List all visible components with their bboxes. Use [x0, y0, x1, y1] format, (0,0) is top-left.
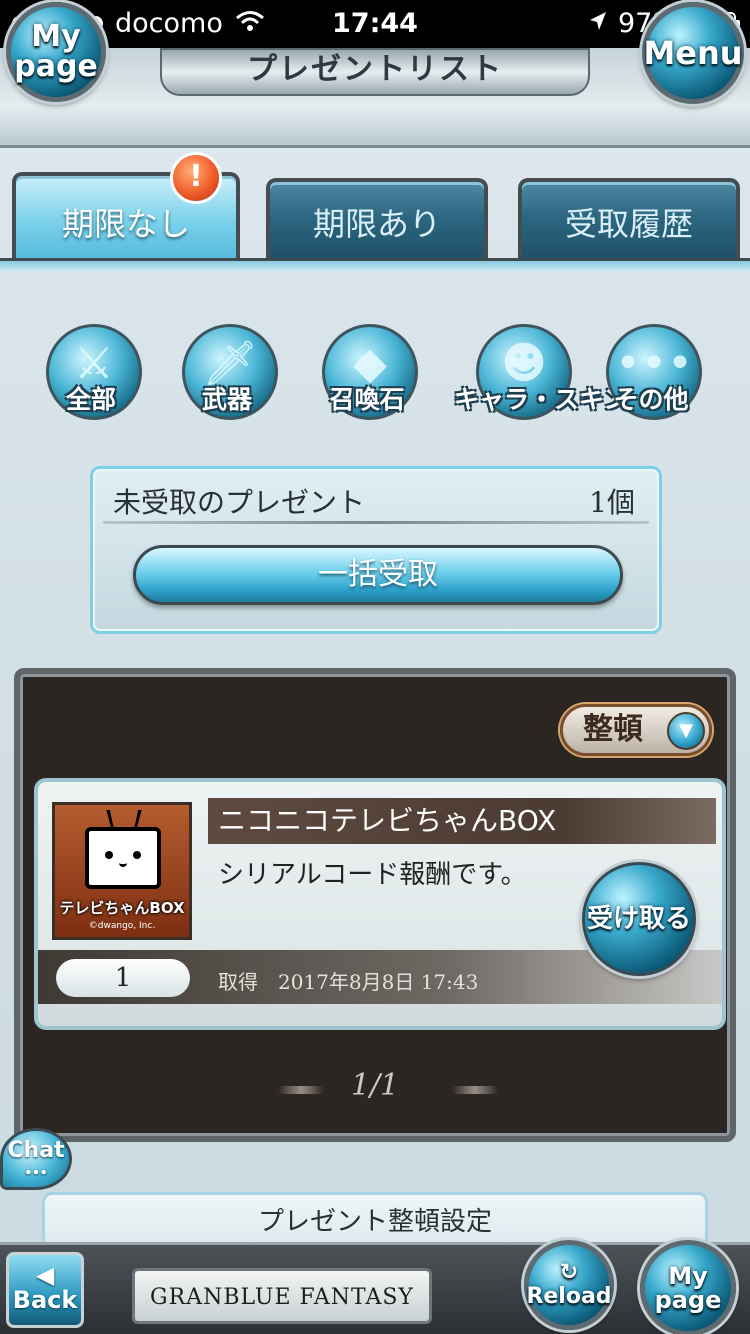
mypage-button[interactable]: My page — [6, 2, 106, 102]
category-weapon-button[interactable]: 🗡 武器 — [172, 316, 282, 426]
chat-button[interactable]: Chat ••• — [0, 1128, 72, 1190]
tv-antenna-icon — [106, 810, 142, 828]
back-label: Back — [12, 1286, 78, 1315]
item-description: シリアルコード報酬です。 — [218, 860, 527, 890]
category-character-button[interactable]: ☻ キャラ・スキン — [454, 316, 628, 426]
item-thumbnail: テレビちゃんBOX ©dwango, Inc. — [52, 802, 192, 940]
chat-dots-icon: ••• — [24, 1166, 48, 1180]
reload-label: Reload — [526, 1284, 612, 1309]
chat-label: Chat — [7, 1138, 65, 1163]
present-list-panel: 整頓 ▼ テレビちゃんBOX ©dwango, Inc. ニコニコテレビちゃんB… — [14, 668, 736, 1142]
location-arrow-icon — [588, 8, 608, 39]
logo-plate: GRANBLUE FANTASY — [132, 1268, 432, 1324]
list-item: テレビちゃんBOX ©dwango, Inc. ニコニコテレビちゃんBOX シリ… — [34, 778, 726, 1030]
reload-button[interactable]: ↻ Reload — [524, 1240, 614, 1330]
tab-history[interactable]: 受取履歴 — [518, 178, 740, 262]
header-bar: プレゼントリスト — [0, 48, 750, 148]
category-summon-button[interactable]: ◆ 召喚石 — [312, 316, 422, 426]
category-label: 全部 — [65, 385, 116, 414]
sort-label: 整頓 — [583, 712, 643, 747]
pager: 1/1 — [350, 1068, 400, 1103]
tab-bar: 期限なし 期限あり 受取履歴 — [0, 150, 750, 272]
divider — [103, 521, 649, 524]
back-arrow-icon: ◀ — [35, 1261, 55, 1289]
item-title: ニコニコテレビちゃんBOX — [208, 798, 716, 844]
receive-button[interactable]: 受け取る — [582, 862, 696, 976]
item-quantity: 1 — [56, 959, 190, 997]
category-label: キャラ・スキン — [454, 385, 629, 414]
category-all-button[interactable]: ⚔ 全部 — [36, 316, 146, 426]
tab-underline — [0, 258, 750, 272]
claim-all-button[interactable]: 一括受取 — [133, 545, 623, 605]
alert-badge-icon: ! — [170, 152, 222, 204]
chevron-down-icon: ▼ — [667, 712, 705, 750]
menu-button[interactable]: Menu — [642, 2, 744, 104]
unclaimed-count: 1個 — [589, 486, 635, 519]
thumbnail-copyright: ©dwango, Inc. — [88, 921, 156, 931]
tv-character-icon — [85, 827, 161, 889]
status-bar: docomo 17:44 97% — [0, 0, 750, 48]
page-title: プレゼントリスト — [160, 48, 590, 96]
thumbnail-label: テレビちゃんBOX — [59, 899, 185, 917]
category-label: その他 — [613, 385, 689, 414]
tab-with-limit[interactable]: 期限あり — [266, 178, 488, 262]
mypage-bottom-button[interactable]: My page — [640, 1240, 736, 1334]
sort-button[interactable]: 整頓 ▼ — [560, 704, 712, 756]
game-logo: GRANBLUE FANTASY — [150, 1285, 414, 1310]
unclaimed-label: 未受取のプレゼント — [113, 486, 366, 519]
category-other-button[interactable]: ••• その他 — [596, 316, 706, 426]
back-button[interactable]: ◀ Back — [6, 1252, 84, 1328]
acquired-label: 取得 — [218, 970, 258, 994]
pager-ornament — [452, 1086, 498, 1094]
unclaimed-panel: 未受取のプレゼント 1個 一括受取 — [90, 466, 662, 634]
category-label: 武器 — [201, 385, 252, 414]
category-label: 召喚石 — [329, 385, 405, 414]
reload-icon: ↻ — [559, 1260, 579, 1285]
acquired-date: 2017年8月8日 17:43 — [278, 970, 479, 994]
